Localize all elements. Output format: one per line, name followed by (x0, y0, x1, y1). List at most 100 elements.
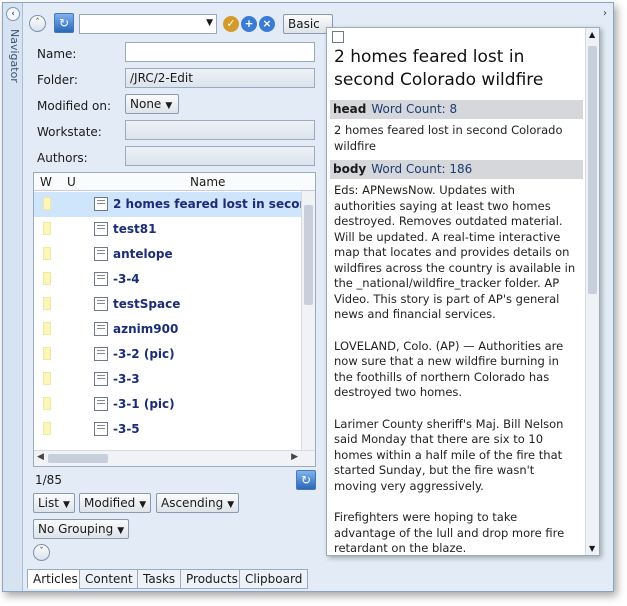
row-name: aznim900 (113, 322, 179, 336)
article-icon (94, 272, 108, 286)
head-label: head (333, 102, 367, 116)
row-name: 2 homes feared lost in second... (113, 197, 316, 211)
column-name[interactable]: Name (190, 175, 225, 189)
body-paragraph: Larimer County sheriff's Maj. Bill Nelso… (334, 416, 564, 493)
folder-field[interactable]: /JRC/2-Edit (125, 68, 315, 88)
head-section-bar: head Word Count: 8 (330, 100, 583, 119)
row-name: -3-4 (113, 272, 140, 286)
table-row[interactable]: aznim900 (34, 317, 301, 342)
sort-order-dropdown[interactable]: Ascending ▼ (156, 493, 240, 513)
name-label: Name: (37, 47, 77, 61)
article-icon (94, 322, 108, 336)
modified-dropdown[interactable]: None ▼ (125, 94, 179, 114)
chevron-down-icon: ▼ (227, 500, 235, 510)
article-icon (94, 422, 108, 436)
column-w[interactable]: W (40, 175, 52, 189)
article-icon (94, 247, 108, 261)
folder-icon (43, 247, 51, 260)
body-paragraphs: Eds: APNewsNow. Updates with authorities… (330, 183, 583, 555)
folder-icon (43, 297, 51, 310)
body-paragraph: Eds: APNewsNow. Updates with authorities… (334, 183, 576, 321)
tab-tasks[interactable]: Tasks (137, 569, 182, 589)
body-paragraph: Firefighters were hoping to take advanta… (334, 510, 565, 555)
folder-icon (43, 397, 51, 410)
table-row[interactable]: -3-4 (34, 267, 301, 292)
table-row[interactable]: -3-3 (34, 367, 301, 392)
article-preview-popup: 2 homes feared lost in second Colorado w… (326, 27, 600, 556)
collapse-left-icon[interactable]: ‹ (6, 7, 20, 21)
tab-products[interactable]: Products (180, 569, 244, 589)
folder-icon (43, 347, 51, 360)
tab-clipboard[interactable]: Clipboard (239, 569, 309, 589)
row-name: antelope (113, 247, 173, 261)
table-row[interactable]: antelope (34, 242, 301, 267)
view-value: List (38, 496, 59, 510)
tab-content[interactable]: Content (79, 569, 139, 589)
body-wordcount: Word Count: 186 (371, 162, 473, 176)
head-text: 2 homes feared lost in second Colorado w… (334, 123, 563, 153)
chevron-down-icon: ▼ (62, 500, 70, 510)
folder-icon (43, 422, 51, 435)
body-paragraph: LOVELAND, Colo. (AP) — Authorities are n… (334, 338, 564, 400)
folder-label: Folder: (37, 73, 78, 87)
folder-icon (43, 272, 51, 285)
result-count: 1/85 (35, 473, 62, 487)
view-dropdown[interactable]: List ▼ (33, 493, 75, 513)
authors-label: Authors: (37, 151, 88, 165)
sort-field-value: Modified (84, 496, 136, 510)
navigator-main: › ˆ ↻ ▼ ✓ + × Basic Name: Folder: /JRC/2… (24, 3, 613, 591)
grouping-dropdown[interactable]: No Grouping ▼ (33, 519, 130, 539)
row-name: -3-3 (113, 372, 140, 386)
add-icon[interactable]: + (241, 16, 257, 32)
table-row[interactable]: -3-2 (pic) (34, 342, 301, 367)
refresh-button[interactable]: ↻ (54, 13, 74, 33)
workstate-field[interactable] (125, 120, 315, 140)
chevron-down-icon: ▼ (139, 500, 147, 510)
table-row[interactable]: testSpace (34, 292, 301, 317)
collapse-up-icon[interactable]: ˆ (29, 15, 46, 32)
head-wordcount: Word Count: 8 (371, 102, 458, 116)
preview-content: 2 homes feared lost in second Colorado w… (330, 28, 583, 555)
body-section-bar: body Word Count: 186 (330, 160, 583, 179)
search-toolbar: ˆ ↻ ▼ ✓ + × Basic (29, 13, 349, 37)
navigator-label: Navigator (8, 29, 21, 83)
article-icon (94, 222, 108, 236)
column-u[interactable]: U (67, 175, 76, 189)
navigator-window: ‹ Navigator › ˆ ↻ ▼ ✓ + × Basic Name: Fo… (2, 2, 614, 592)
tab-articles[interactable]: Articles (27, 569, 84, 589)
grid-header: W U Name (34, 173, 315, 191)
article-icon (332, 31, 344, 43)
checkmark-icon[interactable]: ✓ (223, 16, 239, 32)
preview-scrollbar[interactable]: ▲ ▼ (585, 28, 599, 555)
table-row[interactable]: test81 (34, 217, 301, 242)
navigator-sidebar[interactable]: ‹ Navigator (3, 3, 23, 591)
grid-horizontal-scrollbar[interactable]: ◀ ▶ (34, 450, 315, 466)
modified-label: Modified on: (37, 99, 112, 113)
article-icon (94, 297, 108, 311)
refresh-results-button[interactable]: ↻ (296, 470, 316, 490)
grouping-value: No Grouping (38, 522, 114, 536)
chevron-right-icon[interactable]: › (603, 8, 607, 19)
grid-vertical-scrollbar[interactable] (301, 191, 315, 450)
sort-field-dropdown[interactable]: Modified ▼ (79, 493, 152, 513)
name-field[interactable] (125, 42, 315, 62)
workstate-label: Workstate: (37, 125, 102, 139)
row-name: test81 (113, 222, 157, 236)
authors-field[interactable] (125, 146, 315, 166)
body-label: body (333, 162, 367, 176)
search-combo[interactable]: ▼ (79, 14, 217, 34)
folder-icon (43, 372, 51, 385)
row-name: -3-1 (pic) (113, 397, 175, 411)
table-row[interactable]: 2 homes feared lost in second... (34, 192, 315, 217)
clear-icon[interactable]: × (259, 16, 275, 32)
table-row[interactable]: -3-1 (pic) (34, 392, 301, 417)
folder-icon (43, 322, 51, 335)
expand-down-icon[interactable]: ˇ (33, 544, 50, 561)
sort-order-value: Ascending (161, 496, 224, 510)
article-icon (94, 372, 108, 386)
table-row[interactable]: -3-5 (34, 417, 301, 442)
row-name: -3-2 (pic) (113, 347, 175, 361)
chevron-down-icon: ▼ (206, 18, 213, 28)
preview-title: 2 homes feared lost in second Colorado w… (334, 47, 544, 90)
article-icon (94, 197, 108, 211)
